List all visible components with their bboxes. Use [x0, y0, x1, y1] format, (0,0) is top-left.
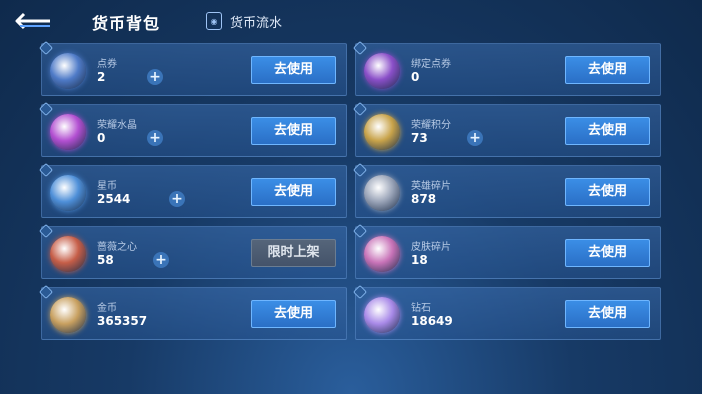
coupon-card-icon	[50, 53, 86, 89]
add-currency-button[interactable]: +	[169, 191, 185, 207]
use-button[interactable]: 去使用	[565, 117, 650, 145]
corner-badge-icon	[352, 223, 368, 239]
corner-badge-icon	[38, 284, 54, 300]
glory-crystal-icon	[50, 114, 86, 150]
currency-name: 蔷薇之心	[97, 242, 137, 253]
add-currency-button[interactable]: +	[147, 69, 163, 85]
corner-badge-icon	[38, 101, 54, 117]
glory-points-icon	[364, 114, 400, 150]
rose-heart-icon	[50, 236, 86, 272]
bound-coupon-card-icon	[364, 53, 400, 89]
currency-card: 点券 2 + 去使用	[38, 40, 347, 96]
use-button[interactable]: 去使用	[251, 300, 336, 328]
currency-name: 荣耀积分	[411, 120, 451, 131]
currency-amount: 18649	[411, 314, 453, 328]
use-button[interactable]: 去使用	[251, 56, 336, 84]
add-currency-button[interactable]: +	[147, 130, 163, 146]
corner-badge-icon	[38, 40, 54, 56]
use-button[interactable]: 去使用	[565, 300, 650, 328]
currency-card: 英雄碎片 878 去使用	[352, 162, 661, 218]
corner-badge-icon	[352, 162, 368, 178]
currency-name: 荣耀水晶	[97, 120, 137, 131]
currency-amount: 878	[411, 192, 437, 206]
currency-amount: 58	[97, 253, 114, 267]
add-currency-button[interactable]: +	[153, 252, 169, 268]
page-title: 货币背包	[92, 14, 161, 33]
currency-amount: 365357	[97, 314, 148, 328]
use-button[interactable]: 去使用	[565, 239, 650, 267]
add-currency-button[interactable]: +	[467, 130, 483, 146]
currency-card: 星币 2544 + 去使用	[38, 162, 347, 218]
use-button[interactable]: 去使用	[565, 56, 650, 84]
currency-name: 钻石	[411, 303, 431, 314]
star-coin-icon	[50, 175, 86, 211]
currency-amount: 2544	[97, 192, 131, 206]
currency-card: 蔷薇之心 58 + 限时上架	[38, 223, 347, 279]
currency-amount: 0	[97, 131, 106, 145]
use-button[interactable]: 去使用	[251, 178, 336, 206]
currency-amount: 2	[97, 70, 106, 84]
currency-name: 星币	[97, 181, 117, 192]
corner-badge-icon	[352, 40, 368, 56]
use-button[interactable]: 去使用	[251, 117, 336, 145]
currency-amount: 73	[411, 131, 428, 145]
top-bar: 货币背包 ◉ 货币流水	[0, 0, 702, 40]
ledger-icon: ◉	[206, 12, 222, 30]
gold-coin-icon	[50, 297, 86, 333]
currency-card: 绑定点券 0 去使用	[352, 40, 661, 96]
corner-badge-icon	[352, 101, 368, 117]
currency-card: 皮肤碎片 18 去使用	[352, 223, 661, 279]
use-button[interactable]: 去使用	[565, 178, 650, 206]
currency-flow-link[interactable]: ◉ 货币流水	[206, 10, 282, 32]
currency-name: 皮肤碎片	[411, 242, 451, 253]
currency-card: 钻石 18649 去使用	[352, 284, 661, 340]
hero-fragment-icon	[364, 175, 400, 211]
currency-name: 点券	[97, 59, 117, 70]
currency-flow-label: 货币流水	[230, 15, 283, 31]
currency-name: 英雄碎片	[411, 181, 451, 192]
limited-time-button[interactable]: 限时上架	[251, 239, 336, 267]
currency-name: 金币	[97, 303, 117, 314]
currency-name: 绑定点券	[411, 59, 451, 70]
corner-badge-icon	[38, 162, 54, 178]
currency-amount: 0	[411, 70, 420, 84]
diamond-icon	[364, 297, 400, 333]
currency-card: 荣耀积分 73 + 去使用	[352, 101, 661, 157]
currency-card: 金币 365357 去使用	[38, 284, 347, 340]
corner-badge-icon	[352, 284, 368, 300]
back-arrow-icon	[15, 12, 50, 30]
skin-fragment-icon	[364, 236, 400, 272]
corner-badge-icon	[38, 223, 54, 239]
currency-amount: 18	[411, 253, 428, 267]
back-button[interactable]	[14, 10, 54, 32]
currency-card: 荣耀水晶 0 + 去使用	[38, 101, 347, 157]
